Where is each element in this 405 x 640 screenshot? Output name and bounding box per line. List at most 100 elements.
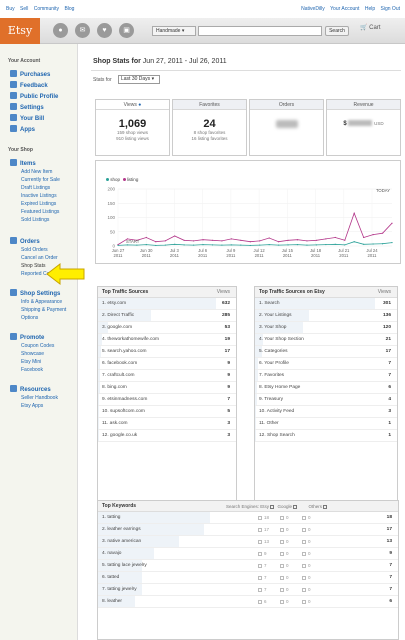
x-tick-year: 2011 [142,253,152,258]
keyword-row: 1. tatting 18 18 0 0 [98,512,398,524]
engine-etsy-checkbox[interactable]: Etsy [260,501,275,512]
traffic-row-bar [98,382,100,393]
sidebar-item-resources[interactable]: Resources [10,385,51,393]
sidebar-sub-showcase[interactable]: Showcase [21,351,44,357]
point-listing [325,238,327,240]
buy-link[interactable]: Buy [6,6,15,12]
sidebar-sub-shop-stats[interactable]: Shop Stats [21,263,45,269]
point-shop [391,241,393,244]
help-link[interactable]: Help [365,6,375,12]
sidebar-item-settings[interactable]: Settings [10,103,44,111]
sidebar-sub-seller-handbook[interactable]: Seller Handbook [21,395,58,401]
bill-icon [10,114,17,121]
community-link[interactable]: Community [34,6,59,12]
keyword-row-value: 7 [389,575,392,580]
keyword-row-value: 18 [386,515,392,520]
sidebar-sub-etsy-mini[interactable]: Etsy Mini [21,359,41,365]
sidebar-sub-sold-orders[interactable]: Sold Orders [21,247,48,253]
search-button[interactable]: Search [325,26,349,36]
sidebar-sub-shipping-payment[interactable]: Shipping & Payment [21,307,66,313]
keyword-engine-count: 0 [302,596,311,608]
top-right-links: NativeDilly Your Account Help Sign Out [297,6,400,12]
search-category-select[interactable]: Handmade ▾ [152,26,196,36]
etsy-traffic-rows: 1. Search 301 2. Your Listings 136 3. Your S… [255,298,397,442]
engine-others-checkbox[interactable]: Others [308,501,328,512]
point-shop [136,244,138,246]
etsy-traffic-row-label: 2. Your Listings [259,313,292,318]
sidebar-item-apps[interactable]: Apps [10,125,35,133]
x-tick-year: 2011 [170,253,180,258]
etsy-logo[interactable]: Etsy [0,18,40,44]
traffic-row-value: 5 [227,409,230,414]
sidebar-sub-info-appearance[interactable]: Info & Appearance [21,299,62,305]
sign-out-link[interactable]: Sign Out [381,6,400,12]
date-range-select[interactable]: Last 30 Days ▾ [118,75,160,84]
sidebar-item-feedback[interactable]: Feedback [10,81,48,89]
etsy-traffic-row: 1. Search 301 [255,298,397,310]
traffic-row-value: 632 [221,301,230,306]
etsy-traffic-row-bar [255,394,257,405]
point-listing [174,235,176,237]
point-shop [230,244,232,246]
sidebar-sub-currently-for-sale[interactable]: Currently for Sale [21,177,60,183]
point-listing [164,240,166,242]
etsy-traffic-row: 9. Treasury 4 [255,394,397,406]
sidebar-sub-inactive-listings[interactable]: Inactive Listings [21,193,57,199]
point-shop [306,244,308,246]
your-account-link[interactable]: Your Account [330,6,359,12]
user-link[interactable]: NativeDilly [301,6,325,12]
heart-icon[interactable]: ♥ [97,23,112,38]
sidebar-item-shop-settings[interactable]: Shop Settings [10,289,60,297]
revenue-card[interactable]: Revenue $ USD [326,99,401,156]
etsy-traffic-panel-header: Views Top Traffic Sources on Etsy [255,287,397,298]
mail-icon[interactable]: ✉ [75,23,90,38]
circle-icon[interactable]: ● [53,23,68,38]
sidebar-sub-draft-listings[interactable]: Draft Listings [21,185,50,191]
traffic-row-label: 11. ask.com [102,421,128,426]
sidebar-item-purchases[interactable]: Purchases [10,70,50,78]
sidebar-sub-add-new-item[interactable]: Add New Item [21,169,52,175]
etsy-traffic-row-label: 10. Activity Feed [259,409,295,414]
sidebar-sub-featured-listings[interactable]: Featured Listings [21,209,59,215]
stats-for-label: Stats for [93,77,112,83]
y-tick-label: 50 [110,229,116,234]
sidebar-sub-facebook[interactable]: Facebook [21,367,43,373]
sidebar-item-promote[interactable]: Promote [10,333,44,341]
etsy-traffic-row-value: 6 [388,385,391,390]
sidebar-sub-coupon-codes[interactable]: Coupon Codes [21,343,54,349]
blog-link[interactable]: Blog [64,6,74,12]
account-heading: Your Account [8,58,41,64]
keyword-row: 3. native american 13 13 0 0 [98,536,398,548]
traffic-row-bar [98,394,100,405]
bag-icon[interactable]: ▣ [119,23,134,38]
etsy-traffic-row-label: 4. Your Shop Section [259,337,304,342]
cart-link[interactable]: 🛒 Cart [360,24,381,31]
point-listing [155,241,157,243]
search-input[interactable] [198,26,322,36]
sidebar-sub-expired-listings[interactable]: Expired Listings [21,201,56,207]
chart-svg: 050100150200Jun 272011Jun 302011Jul 3201… [107,187,393,258]
orders-card[interactable]: Orders [249,99,324,156]
etsy-traffic-row-label: 7. Favorites [259,373,285,378]
traffic-row-label: 3. google.com [102,325,133,330]
sidebar-sub-options[interactable]: Options [21,315,38,321]
sidebar-sub-etsy-apps[interactable]: Etsy Apps [21,403,43,409]
keyword-engine-count: 0 [302,524,311,536]
engine-google-checkbox[interactable]: Google [277,501,298,512]
sidebar-item-your-bill[interactable]: Your Bill [10,114,44,122]
favorites-card[interactable]: Favorites 24 8 shop favorites 16 listing… [172,99,247,156]
views-card[interactable]: Views ● 1,069 159 shop views 910 listing… [95,99,170,156]
point-listing [145,236,147,239]
traffic-row-label: 10. supsoftcom.com [102,409,145,414]
etsy-traffic-row-value: 120 [382,325,391,330]
sell-link[interactable]: Sell [20,6,28,12]
sidebar-sub-sold-listings[interactable]: Sold Listings [21,217,49,223]
start-annotation: START [126,239,140,244]
sidebar-item-items[interactable]: Items [10,159,36,167]
sidebar-item-orders[interactable]: Orders [10,237,40,245]
traffic-rows: 1. etsy.com 632 2. Direct Traffic 285 3. goo… [98,298,236,442]
sidebar-item-public-profile[interactable]: Public Profile [10,92,58,100]
title-divider [91,70,401,71]
traffic-row: 9. etsinmadness.com 7 [98,394,236,406]
sidebar-sub-cancel-order[interactable]: Cancel an Order [21,255,58,261]
